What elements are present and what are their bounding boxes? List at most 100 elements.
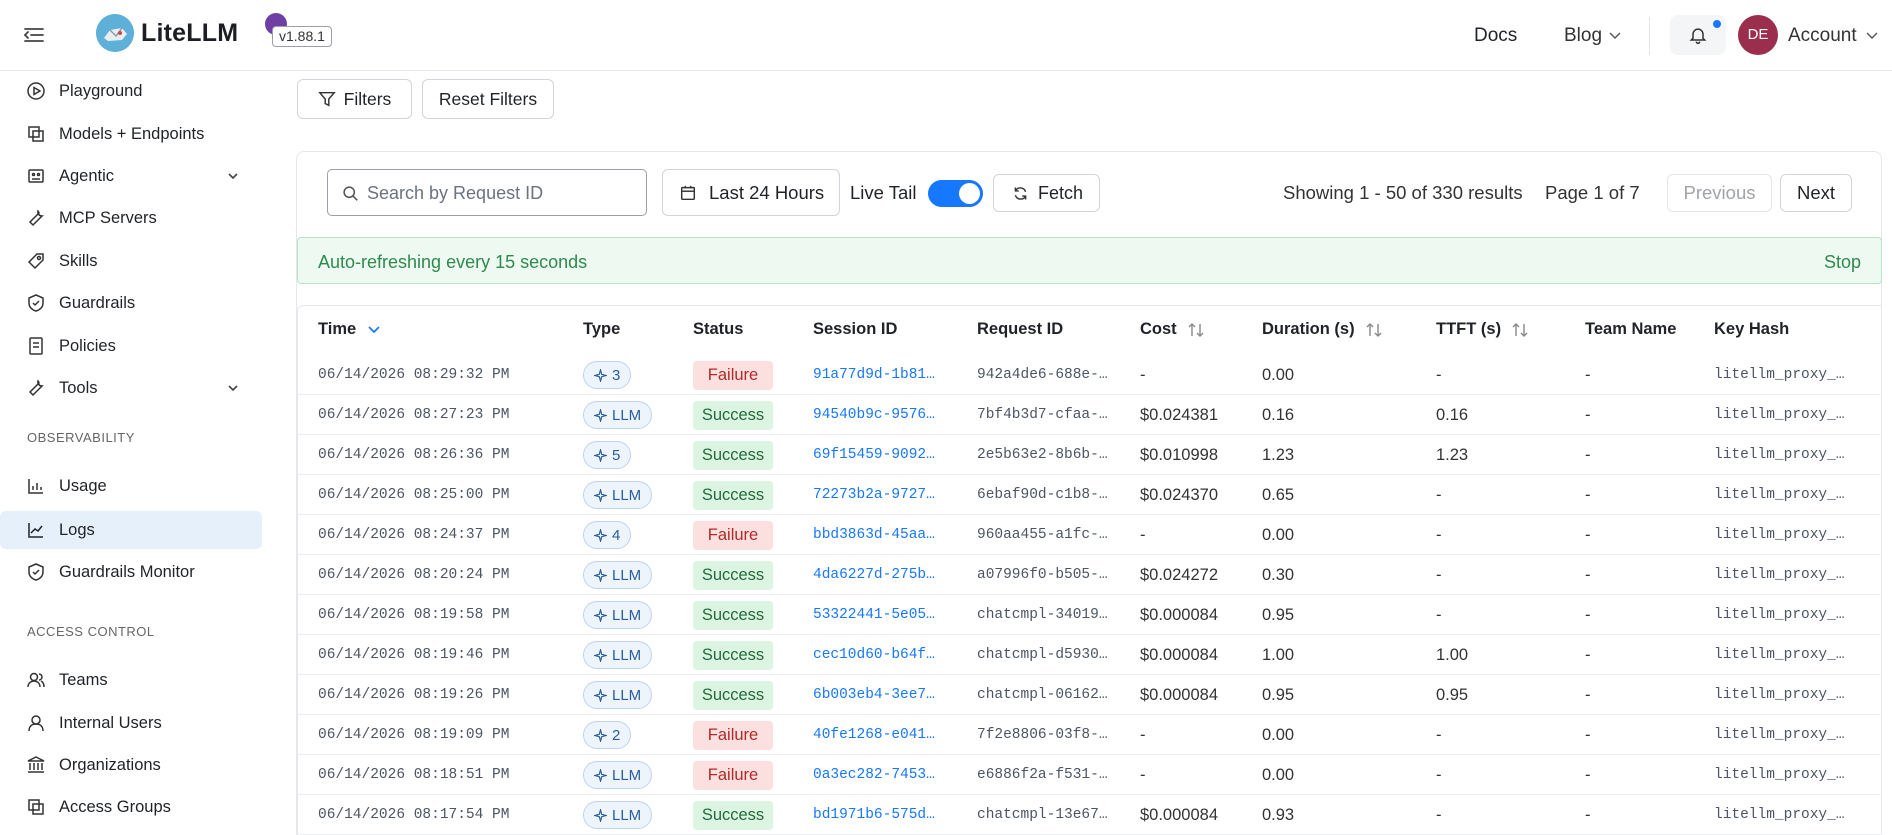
- session-id-link[interactable]: 69f15459-9092…: [813, 447, 935, 463]
- cell-request-id[interactable]: 942a4de6-688e-…: [977, 367, 1108, 383]
- search-input[interactable]: [367, 180, 637, 206]
- column-header-session-id: Session ID: [813, 320, 898, 338]
- session-id-link[interactable]: 0a3ec282-7453…: [813, 767, 935, 783]
- type-badge[interactable]: LLM: [583, 561, 653, 589]
- cell-request-id[interactable]: 960aa455-a1fc-…: [977, 527, 1108, 543]
- table-row[interactable]: 06/14/2026 08:17:54 PM LLM Success bd1971b6…: [298, 795, 1882, 835]
- sidebar-item-tools[interactable]: Tools: [0, 369, 262, 407]
- cell-cost: -: [1140, 766, 1146, 784]
- cell-request-id[interactable]: chatcmpl-34019…: [977, 607, 1108, 623]
- next-page-button[interactable]: Next: [1780, 174, 1852, 212]
- type-badge[interactable]: LLM: [583, 401, 653, 429]
- file-icon: [29, 337, 43, 355]
- nav-docs-link[interactable]: Docs: [1474, 25, 1517, 47]
- session-id-link[interactable]: bbd3863d-45aa…: [813, 527, 935, 543]
- table-row[interactable]: 06/14/2026 08:26:36 PM 5 Success 69f15459-9…: [298, 435, 1882, 475]
- sidebar-item-policies[interactable]: Policies: [0, 327, 262, 365]
- session-id-link[interactable]: 4da6227d-275b…: [813, 567, 935, 583]
- table-row[interactable]: 06/14/2026 08:19:09 PM 2 Failure 40fe1268-e…: [298, 715, 1882, 755]
- sidebar-item-label: Teams: [59, 671, 108, 689]
- cell-request-id[interactable]: e6886f2a-f531-…: [977, 767, 1108, 783]
- cell-request-id[interactable]: chatcmpl-13e67…: [977, 807, 1108, 823]
- sidebar-item-skills[interactable]: Skills: [0, 242, 262, 280]
- previous-page-button[interactable]: Previous: [1667, 174, 1772, 212]
- cell-request-id[interactable]: 2e5b63e2-8b6b-…: [977, 447, 1108, 463]
- type-badge[interactable]: 4: [583, 521, 632, 549]
- column-header-ttft[interactable]: TTFT (s): [1436, 320, 1529, 339]
- session-id-link[interactable]: 53322441-5e05…: [813, 607, 935, 623]
- session-id-link[interactable]: 91a77d9d-1b81…: [813, 367, 935, 383]
- table-row[interactable]: 06/14/2026 08:25:00 PM LLM Success 72273b2a…: [298, 475, 1882, 515]
- sidebar-item-playground[interactable]: Playground: [0, 72, 262, 110]
- sidebar-item-access-groups[interactable]: Access Groups: [0, 788, 262, 826]
- sidebar-item-models-endpoints[interactable]: Models + Endpoints: [0, 115, 262, 153]
- fetch-button[interactable]: Fetch: [993, 174, 1100, 212]
- sidebar-item-teams[interactable]: Teams: [0, 661, 262, 699]
- type-label: LLM: [612, 606, 642, 624]
- cell-request-id[interactable]: a07996f0-b505-…: [977, 567, 1108, 583]
- search-field[interactable]: [327, 169, 647, 216]
- cell-request-id[interactable]: chatcmpl-06162…: [977, 687, 1108, 703]
- filters-button[interactable]: Filters: [297, 79, 412, 119]
- column-header-time[interactable]: Time: [318, 320, 382, 339]
- sparkle-icon: [594, 528, 607, 542]
- logo-icon[interactable]: [96, 14, 134, 52]
- type-badge[interactable]: LLM: [583, 681, 653, 709]
- column-header-cost[interactable]: Cost: [1140, 320, 1205, 339]
- reset-filters-button[interactable]: Reset Filters: [422, 79, 554, 119]
- type-badge[interactable]: 5: [583, 441, 632, 469]
- session-id-link[interactable]: bd1971b6-575d…: [813, 807, 935, 823]
- sidebar-item-guardrails[interactable]: Guardrails: [0, 284, 262, 322]
- table-row[interactable]: 06/14/2026 08:19:26 PM LLM Success 6b003eb4…: [298, 675, 1882, 715]
- column-header-label: TTFT (s): [1436, 320, 1502, 338]
- type-badge[interactable]: LLM: [583, 481, 653, 509]
- type-badge[interactable]: LLM: [583, 601, 653, 629]
- sidebar-item-guardrails-monitor[interactable]: Guardrails Monitor: [0, 553, 262, 591]
- type-badge[interactable]: LLM: [583, 801, 653, 829]
- table-row[interactable]: 06/14/2026 08:27:23 PM LLM Success 94540b9c…: [298, 395, 1882, 435]
- table-row[interactable]: 06/14/2026 08:29:32 PM 3 Failure 91a77d9d-1…: [298, 355, 1882, 395]
- menu-collapse-icon[interactable]: [22, 23, 46, 47]
- table-row[interactable]: 06/14/2026 08:20:24 PM LLM Success 4da6227d…: [298, 555, 1882, 595]
- account-dropdown[interactable]: Account: [1788, 25, 1879, 47]
- live-tail-toggle[interactable]: [928, 180, 983, 207]
- notification-dot: [1713, 20, 1721, 28]
- stop-refresh-link[interactable]: Stop: [1824, 252, 1861, 273]
- table-row[interactable]: 06/14/2026 08:18:51 PM LLM Failure 0a3ec282…: [298, 755, 1882, 795]
- session-id-link[interactable]: 72273b2a-9727…: [813, 487, 935, 503]
- sidebar-item-usage[interactable]: Usage: [0, 467, 262, 505]
- type-badge[interactable]: LLM: [583, 641, 653, 669]
- cell-request-id[interactable]: chatcmpl-d5930…: [977, 647, 1108, 663]
- cell-cost: $0.024381: [1140, 406, 1218, 424]
- table-row[interactable]: 06/14/2026 08:19:58 PM LLM Success 53322441…: [298, 595, 1882, 635]
- nav-blog-dropdown[interactable]: Blog: [1564, 25, 1622, 47]
- time-range-button[interactable]: Last 24 Hours: [662, 169, 840, 216]
- table-row[interactable]: 06/14/2026 08:19:46 PM LLM Success cec10d60…: [298, 635, 1882, 675]
- session-id-link[interactable]: 40fe1268-e041…: [813, 727, 935, 743]
- type-badge[interactable]: LLM: [583, 761, 653, 789]
- cell-ttft: 0.16: [1436, 406, 1469, 424]
- sidebar-item-label: Skills: [59, 252, 98, 270]
- status-badge: Success: [693, 601, 773, 630]
- type-badge[interactable]: 3: [583, 361, 632, 389]
- type-badge[interactable]: 2: [583, 721, 632, 749]
- sidebar-item-mcp-servers[interactable]: MCP Servers: [0, 199, 262, 237]
- sidebar-item-organizations[interactable]: Organizations: [0, 746, 262, 784]
- column-header-request-id: Request ID: [977, 320, 1064, 338]
- session-id-link[interactable]: 6b003eb4-3ee7…: [813, 687, 935, 703]
- cell-request-id[interactable]: 6ebaf90d-c1b8-…: [977, 487, 1108, 503]
- sidebar-item-internal-users[interactable]: Internal Users: [0, 704, 262, 742]
- session-id-link[interactable]: cec10d60-b64f…: [813, 647, 935, 663]
- sidebar-item-logs[interactable]: Logs: [0, 511, 262, 549]
- session-id-link[interactable]: 94540b9c-9576…: [813, 407, 935, 423]
- sidebar-item-label: Internal Users: [59, 714, 162, 732]
- table-row[interactable]: 06/14/2026 08:24:37 PM 4 Failure bbd3863d-4…: [298, 515, 1882, 555]
- cell-request-id[interactable]: 7f2e8806-03f8-…: [977, 727, 1108, 743]
- column-header-duration[interactable]: Duration (s): [1262, 320, 1383, 339]
- sidebar-item-label: MCP Servers: [59, 209, 157, 227]
- brand-name[interactable]: LiteLLM: [141, 19, 238, 48]
- sidebar-item-agentic[interactable]: Agentic: [0, 157, 262, 195]
- cell-key-hash: litellm_proxy_…: [1714, 407, 1845, 423]
- cell-request-id[interactable]: 7bf4b3d7-cfaa-…: [977, 407, 1108, 423]
- avatar[interactable]: DE: [1738, 15, 1778, 55]
